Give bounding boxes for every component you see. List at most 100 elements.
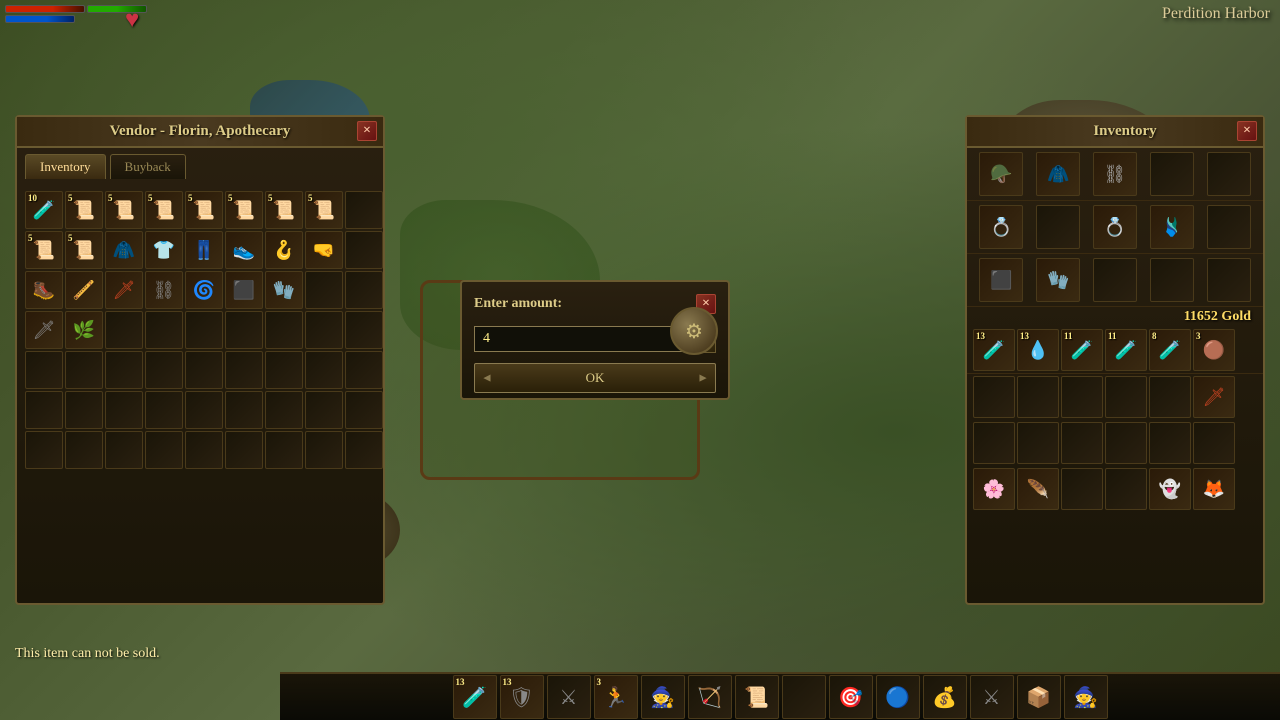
- vendor-close-button[interactable]: ×: [357, 121, 377, 141]
- vendor-item-13[interactable]: 👕: [145, 231, 183, 269]
- inv-item-empty-8[interactable]: [1061, 422, 1103, 464]
- vendor-item-45[interactable]: [345, 351, 383, 389]
- equip-slot-chest[interactable]: 🧥: [1036, 152, 1080, 196]
- vendor-item-27[interactable]: [345, 271, 383, 309]
- inv-item-potion-yellow[interactable]: 11 🧪: [1105, 329, 1147, 371]
- equip-slot-empty6[interactable]: [1150, 258, 1194, 302]
- vendor-item-22[interactable]: ⛓: [145, 271, 183, 309]
- tab-buyback[interactable]: Buyback: [110, 154, 186, 179]
- vendor-item-11[interactable]: 5 📜: [65, 231, 103, 269]
- vendor-item-3[interactable]: 5 📜: [105, 191, 143, 229]
- toolbar-slot-11[interactable]: 💰: [923, 675, 967, 719]
- vendor-item-38[interactable]: [65, 351, 103, 389]
- vendor-item-61[interactable]: [265, 431, 303, 469]
- vendor-item-1[interactable]: 10 🧪: [25, 191, 63, 229]
- toolbar-slot-10[interactable]: 🔵: [876, 675, 920, 719]
- vendor-item-24[interactable]: ⬛: [225, 271, 263, 309]
- vendor-item-20[interactable]: 🪈: [65, 271, 103, 309]
- inv-item-empty-6[interactable]: [973, 422, 1015, 464]
- dial-icon[interactable]: ⚙: [670, 307, 718, 355]
- inv-item-fox[interactable]: 🦊: [1193, 468, 1235, 510]
- inv-item-empty-3[interactable]: [1061, 376, 1103, 418]
- inv-item-potion-blue[interactable]: 13 💧: [1017, 329, 1059, 371]
- toolbar-slot-7[interactable]: 📜: [735, 675, 779, 719]
- vendor-item-18[interactable]: [345, 231, 383, 269]
- inv-item-brown[interactable]: 3 🟤: [1193, 329, 1235, 371]
- equip-slot-empty5[interactable]: [1093, 258, 1137, 302]
- vendor-item-16[interactable]: 🪝: [265, 231, 303, 269]
- vendor-item-52[interactable]: [265, 391, 303, 429]
- vendor-item-29[interactable]: 🌿: [65, 311, 103, 349]
- vendor-item-43[interactable]: [265, 351, 303, 389]
- equip-slot-empty2[interactable]: [1207, 152, 1251, 196]
- vendor-item-17[interactable]: 🤜: [305, 231, 343, 269]
- vendor-item-19[interactable]: 🥾: [25, 271, 63, 309]
- vendor-item-58[interactable]: [145, 431, 183, 469]
- vendor-item-59[interactable]: [185, 431, 223, 469]
- toolbar-slot-8[interactable]: [782, 675, 826, 719]
- vendor-item-40[interactable]: [145, 351, 183, 389]
- tab-inventory[interactable]: Inventory: [25, 154, 106, 179]
- equip-slot-ring1[interactable]: 💍: [979, 205, 1023, 249]
- vendor-item-46[interactable]: [25, 391, 63, 429]
- vendor-item-36[interactable]: [345, 311, 383, 349]
- vendor-item-54[interactable]: [345, 391, 383, 429]
- vendor-item-4[interactable]: 5 📜: [145, 191, 183, 229]
- vendor-item-14[interactable]: 👖: [185, 231, 223, 269]
- vendor-item-41[interactable]: [185, 351, 223, 389]
- toolbar-slot-14[interactable]: 🧙: [1064, 675, 1108, 719]
- vendor-item-7[interactable]: 5 📜: [265, 191, 303, 229]
- vendor-item-9[interactable]: [345, 191, 383, 229]
- vendor-item-32[interactable]: [185, 311, 223, 349]
- inv-item-empty-2[interactable]: [1017, 376, 1059, 418]
- inv-item-feather[interactable]: 🪶: [1017, 468, 1059, 510]
- vendor-item-51[interactable]: [225, 391, 263, 429]
- vendor-item-42[interactable]: [225, 351, 263, 389]
- equip-slot-amulet[interactable]: ⬛: [979, 258, 1023, 302]
- toolbar-slot-5[interactable]: 🧙: [641, 675, 685, 719]
- vendor-item-55[interactable]: [25, 431, 63, 469]
- equip-slot-empty4[interactable]: [1207, 205, 1251, 249]
- vendor-item-62[interactable]: [305, 431, 343, 469]
- inv-item-empty-11[interactable]: [1193, 422, 1235, 464]
- vendor-item-25[interactable]: 🧤: [265, 271, 303, 309]
- equip-slot-gloves[interactable]: 🧤: [1036, 258, 1080, 302]
- inv-item-potion-orange[interactable]: 11 🧪: [1061, 329, 1103, 371]
- vendor-item-60[interactable]: [225, 431, 263, 469]
- toolbar-slot-1[interactable]: 13 🧪: [453, 675, 497, 719]
- equip-slot-neck[interactable]: ⛓: [1093, 152, 1137, 196]
- vendor-item-6[interactable]: 5 📜: [225, 191, 263, 229]
- vendor-item-50[interactable]: [185, 391, 223, 429]
- vendor-item-21[interactable]: 🗡: [105, 271, 143, 309]
- inv-item-empty-10[interactable]: [1149, 422, 1191, 464]
- vendor-item-33[interactable]: [225, 311, 263, 349]
- inv-item-empty-1[interactable]: [973, 376, 1015, 418]
- vendor-item-48[interactable]: [105, 391, 143, 429]
- inv-item-empty-5[interactable]: [1149, 376, 1191, 418]
- vendor-item-53[interactable]: [305, 391, 343, 429]
- inventory-close-button[interactable]: ×: [1237, 121, 1257, 141]
- equip-slot-ring2[interactable]: 💍: [1093, 205, 1137, 249]
- inv-item-empty-12[interactable]: [1061, 468, 1103, 510]
- vendor-item-8[interactable]: 5 📜: [305, 191, 343, 229]
- vendor-item-5[interactable]: 5 📜: [185, 191, 223, 229]
- vendor-item-10[interactable]: 5 📜: [25, 231, 63, 269]
- vendor-item-28[interactable]: 🗡: [25, 311, 63, 349]
- vendor-item-15[interactable]: 👟: [225, 231, 263, 269]
- inv-item-dagger[interactable]: 🗡: [1193, 376, 1235, 418]
- vendor-item-23[interactable]: 🌀: [185, 271, 223, 309]
- equip-slot-empty1[interactable]: [1150, 152, 1194, 196]
- vendor-item-30[interactable]: [105, 311, 143, 349]
- vendor-item-49[interactable]: [145, 391, 183, 429]
- toolbar-slot-3[interactable]: ⚔: [547, 675, 591, 719]
- amount-input[interactable]: [474, 326, 690, 352]
- inv-item-potion-green[interactable]: 8 🧪: [1149, 329, 1191, 371]
- inv-item-spirit[interactable]: 👻: [1149, 468, 1191, 510]
- vendor-item-37[interactable]: [25, 351, 63, 389]
- vendor-item-44[interactable]: [305, 351, 343, 389]
- toolbar-slot-12[interactable]: ⚔: [970, 675, 1014, 719]
- vendor-item-63[interactable]: [345, 431, 383, 469]
- equip-slot-torso[interactable]: 🩱: [1150, 205, 1194, 249]
- inv-item-empty-13[interactable]: [1105, 468, 1147, 510]
- toolbar-slot-6[interactable]: 🏹: [688, 675, 732, 719]
